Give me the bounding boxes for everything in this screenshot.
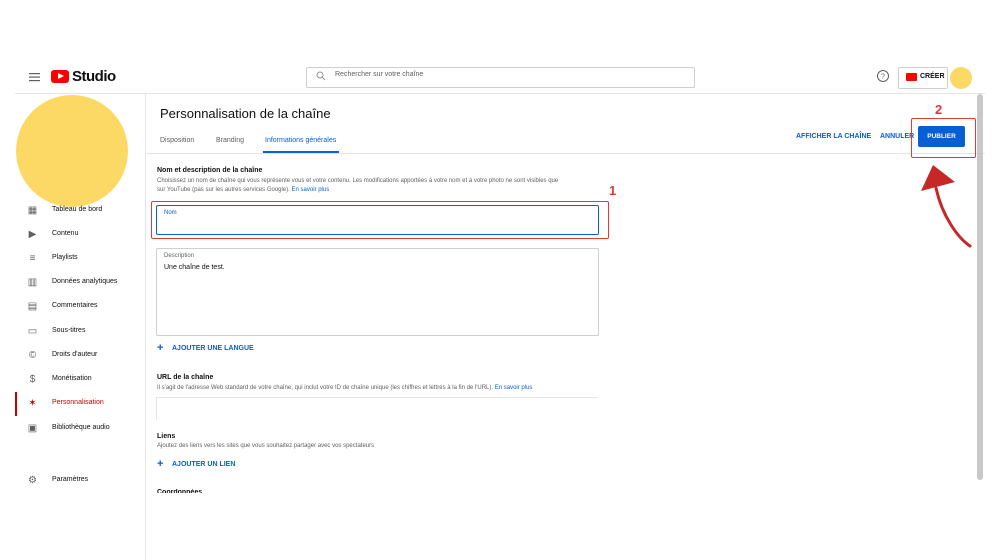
learn-more-link[interactable]: En savoir plus — [292, 187, 330, 193]
name-section-description: Choisissez un nom de chaîne qui vous rep… — [157, 177, 607, 195]
name-section-desc-line2: sur YouTube (pas sur les autres services… — [157, 186, 607, 195]
comments-icon: ▤ — [27, 301, 38, 312]
search-placeholder: Rechercher sur votre chaîne — [335, 71, 424, 78]
create-label: CRÉER — [920, 73, 945, 80]
sidebar-item-playlists[interactable]: ≡ Playlists — [15, 247, 145, 271]
links-section-description: Ajoutez des liens vers les sites que vou… — [157, 443, 375, 449]
playlist-icon: ≡ — [29, 253, 36, 264]
url-learn-more-link[interactable]: En savoir plus — [495, 385, 533, 391]
annotation-box-2 — [911, 118, 976, 158]
tab-basic-info[interactable]: Informations générales — [265, 137, 336, 144]
tabs-divider — [146, 153, 985, 154]
sidebar-item-label: Paramètres — [52, 476, 89, 483]
sidebar-item-monetization[interactable]: $ Monétisation — [15, 368, 145, 392]
active-indicator — [15, 392, 17, 416]
subtitles-icon: ▭ — [27, 326, 38, 337]
youtube-logo-icon[interactable] — [51, 70, 69, 83]
description-field[interactable] — [156, 248, 599, 336]
sidebar-divider — [145, 94, 146, 560]
contact-section-heading: Coordonnées — [157, 489, 203, 493]
url-section-desc-text: Il s'agit de l'adresse Web standard de v… — [157, 385, 494, 391]
channel-url-field[interactable] — [156, 397, 598, 420]
page-title: Personnalisation de la chaîne — [160, 106, 331, 121]
wand-icon: ✶ — [28, 398, 37, 409]
content-icon: ▶ — [28, 229, 37, 240]
help-icon[interactable]: ? — [876, 69, 890, 83]
sidebar-item-label: Bibliothèque audio — [52, 424, 110, 431]
annotation-number-1: 1 — [609, 183, 617, 198]
sidebar-item-label: Commentaires — [52, 302, 98, 309]
sidebar-item-label: Monétisation — [52, 375, 92, 382]
description-value[interactable]: Une chaîne de test. — [164, 264, 225, 271]
sidebar-item-label: Droits d'auteur — [52, 351, 98, 358]
description-label: Description — [164, 253, 195, 259]
name-section-desc-text: sur YouTube (pas sur les autres services… — [157, 187, 290, 193]
video-camera-icon — [906, 73, 917, 81]
sidebar-item-label: Données analytiques — [52, 278, 118, 285]
sidebar-item-label: Contenu — [52, 230, 79, 237]
sidebar-item-customization[interactable]: ✶ Personnalisation — [15, 392, 145, 416]
analytics-icon: ▥ — [27, 277, 38, 288]
scrollbar[interactable] — [977, 94, 983, 480]
plus-icon: + — [157, 342, 164, 354]
sidebar-item-subtitles[interactable]: ▭ Sous-titres — [15, 320, 145, 344]
dashboard-icon: ▦ — [27, 205, 38, 216]
sidebar-item-copyright[interactable]: © Droits d'auteur — [15, 344, 145, 368]
sidebar-item-settings[interactable]: ⚙ Paramètres — [15, 469, 145, 493]
hamburger-menu-icon[interactable] — [28, 70, 42, 84]
sidebar-item-comments[interactable]: ▤ Commentaires — [15, 295, 145, 319]
sidebar-item-label: Personnalisation — [52, 399, 104, 406]
gear-icon: ⚙ — [28, 475, 37, 486]
studio-logo-text[interactable]: Studio — [72, 68, 116, 85]
add-link-button[interactable]: AJOUTER UN LIEN — [172, 461, 235, 468]
url-section-description: Il s'agit de l'adresse Web standard de v… — [157, 384, 607, 393]
links-section-heading: Liens — [157, 433, 176, 440]
annotation-number-2: 2 — [935, 102, 943, 117]
sidebar-item-content[interactable]: ▶ Contenu — [15, 223, 145, 247]
user-avatar[interactable] — [950, 67, 972, 89]
sidebar-item-label: Playlists — [52, 254, 78, 261]
add-language-button[interactable]: AJOUTER UNE LANGUE — [172, 345, 254, 352]
sidebar-item-dashboard[interactable]: ▦ Tableau de bord — [15, 199, 145, 223]
plus-icon: + — [157, 458, 164, 470]
view-channel-link[interactable]: AFFICHER LA CHAÎNE — [796, 133, 871, 140]
sidebar-item-label: Sous-titres — [52, 327, 86, 334]
svg-text:?: ? — [881, 74, 885, 81]
name-section-desc-line1: Choisissez un nom de chaîne qui vous rep… — [157, 178, 559, 184]
copyright-icon: © — [28, 350, 37, 361]
tab-layout[interactable]: Disposition — [160, 137, 194, 144]
search-icon — [316, 71, 326, 81]
sidebar-item-analytics[interactable]: ▥ Données analytiques — [15, 271, 145, 295]
annotation-box-1 — [151, 201, 609, 239]
sidebar-item-label: Tableau de bord — [52, 206, 103, 213]
name-section-heading: Nom et description de la chaîne — [157, 167, 263, 174]
audio-library-icon: ▣ — [27, 423, 38, 434]
dollar-icon: $ — [29, 374, 36, 385]
cancel-button[interactable]: ANNULER — [880, 133, 914, 140]
tab-branding[interactable]: Branding — [216, 137, 244, 144]
channel-avatar[interactable] — [16, 95, 128, 207]
annotation-arrow — [921, 165, 972, 248]
sidebar-item-audio-library[interactable]: ▣ Bibliothèque audio — [15, 417, 145, 441]
url-section-heading: URL de la chaîne — [157, 374, 214, 381]
